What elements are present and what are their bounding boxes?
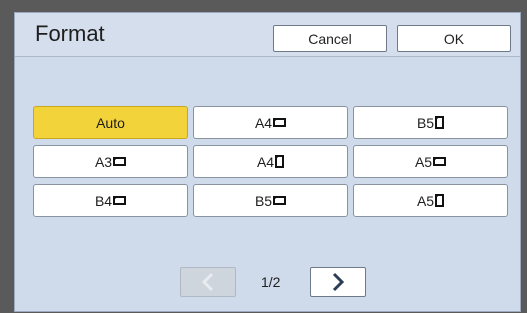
option-label: A5 xyxy=(416,192,435,209)
chevron-left-icon xyxy=(201,272,214,292)
option-label: A4 xyxy=(256,153,275,170)
format-option-auto[interactable]: Auto xyxy=(33,106,188,139)
portrait-orientation-icon xyxy=(275,155,285,168)
dialog-header: Format Cancel OK xyxy=(15,13,520,57)
format-option-b5-landscape[interactable]: B5 xyxy=(193,184,348,217)
landscape-orientation-icon xyxy=(113,157,127,166)
format-option-b5-portrait[interactable]: B5 xyxy=(353,106,508,139)
landscape-orientation-icon xyxy=(273,196,287,205)
cancel-button[interactable]: Cancel xyxy=(273,25,387,52)
option-label: A3 xyxy=(94,153,113,170)
format-option-b4-landscape[interactable]: B4 xyxy=(33,184,188,217)
format-option-a4-portrait[interactable]: A4 xyxy=(193,145,348,178)
format-option-a5-portrait[interactable]: A5 xyxy=(353,184,508,217)
option-label: Auto xyxy=(96,114,125,131)
pager: 1/2 xyxy=(15,267,520,299)
ok-button[interactable]: OK xyxy=(397,25,511,52)
chevron-right-icon xyxy=(332,272,345,292)
format-dialog: Format Cancel OK Auto A4 B5 A3 A4 A5 B4 … xyxy=(14,12,521,312)
format-option-a3-landscape[interactable]: A3 xyxy=(33,145,188,178)
page-indicator: 1/2 xyxy=(261,274,281,290)
previous-page-button[interactable] xyxy=(180,267,236,297)
landscape-orientation-icon xyxy=(113,196,127,205)
option-label: B5 xyxy=(416,114,435,131)
portrait-orientation-icon xyxy=(435,194,445,207)
format-option-a4-landscape[interactable]: A4 xyxy=(193,106,348,139)
format-option-a5-landscape[interactable]: A5 xyxy=(353,145,508,178)
landscape-orientation-icon xyxy=(273,118,287,127)
portrait-orientation-icon xyxy=(435,116,445,129)
landscape-orientation-icon xyxy=(433,157,447,166)
option-label: A4 xyxy=(254,114,273,131)
next-page-button[interactable] xyxy=(310,267,366,297)
option-label: B4 xyxy=(94,192,113,209)
option-label: A5 xyxy=(414,153,433,170)
window-frame: Format Cancel OK Auto A4 B5 A3 A4 A5 B4 … xyxy=(0,0,527,313)
dialog-title: Format xyxy=(35,21,105,46)
option-label: B5 xyxy=(254,192,273,209)
format-options-grid: Auto A4 B5 A3 A4 A5 B4 B5 A5 xyxy=(33,106,508,217)
